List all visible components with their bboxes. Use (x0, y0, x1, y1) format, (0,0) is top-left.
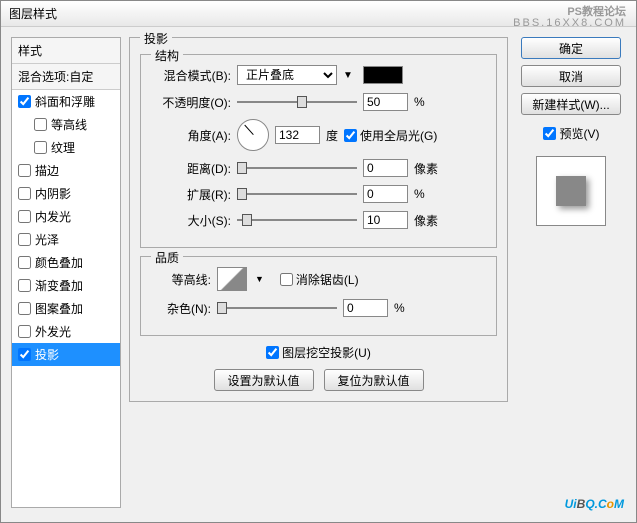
style-label: 颜色叠加 (35, 254, 83, 271)
angle-input[interactable] (275, 126, 320, 144)
ok-button[interactable]: 确定 (521, 37, 621, 59)
blend-mode-select[interactable]: 正片叠底 (237, 65, 337, 85)
styles-header: 样式 (12, 38, 120, 64)
noise-input[interactable] (343, 299, 388, 317)
window-title: 图层样式 (9, 7, 57, 21)
blend-options-header[interactable]: 混合选项:自定 (12, 64, 120, 90)
noise-unit: % (394, 301, 424, 315)
size-unit: 像素 (414, 212, 444, 229)
quality-title: 品质 (151, 249, 183, 266)
cancel-button[interactable]: 取消 (521, 65, 621, 87)
opacity-slider[interactable] (237, 94, 357, 110)
style-item-1[interactable]: 等高线 (12, 113, 120, 136)
style-item-10[interactable]: 外发光 (12, 320, 120, 343)
style-checkbox[interactable] (18, 325, 31, 338)
style-label: 纹理 (51, 139, 75, 156)
new-style-button[interactable]: 新建样式(W)... (521, 93, 621, 115)
distance-slider[interactable] (237, 160, 357, 176)
style-checkbox[interactable] (18, 302, 31, 315)
global-light-check[interactable]: 使用全局光(G) (344, 127, 437, 144)
spread-unit: % (414, 187, 444, 201)
style-label: 投影 (35, 346, 59, 363)
dropdown-icon: ▼ (343, 70, 353, 81)
distance-input[interactable] (363, 159, 408, 177)
style-label: 图案叠加 (35, 300, 83, 317)
style-checkbox[interactable] (34, 118, 47, 131)
preview-checkbox[interactable] (543, 127, 556, 140)
watermark-url: BBS.16XX8.COM (513, 17, 626, 29)
opacity-label: 不透明度(O): (151, 94, 231, 111)
style-item-6[interactable]: 光泽 (12, 228, 120, 251)
contour-picker[interactable] (217, 267, 247, 291)
preview-box (536, 156, 606, 226)
style-checkbox[interactable] (18, 164, 31, 177)
style-checkbox[interactable] (18, 279, 31, 292)
distance-unit: 像素 (414, 160, 444, 177)
preview-thumbnail (556, 176, 586, 206)
structure-title: 结构 (151, 47, 183, 64)
style-checkbox[interactable] (18, 348, 31, 361)
knockout-checkbox[interactable] (266, 346, 279, 359)
size-label: 大小(S): (151, 212, 231, 229)
style-item-11[interactable]: 投影 (12, 343, 120, 366)
style-label: 内发光 (35, 208, 71, 225)
contour-label: 等高线: (151, 271, 211, 288)
settings-panel: 投影 结构 混合模式(B): 正片叠底 ▼ 不透明度(O): % (129, 37, 508, 508)
style-label: 斜面和浮雕 (35, 93, 95, 110)
shadow-color-swatch[interactable] (363, 66, 403, 84)
style-item-4[interactable]: 内阴影 (12, 182, 120, 205)
angle-unit: 度 (326, 127, 338, 144)
style-checkbox[interactable] (18, 187, 31, 200)
layer-style-dialog: 图层样式 PS教程论坛 BBS.16XX8.COM 样式 混合选项:自定 斜面和… (0, 0, 637, 523)
spread-slider[interactable] (237, 186, 357, 202)
style-item-7[interactable]: 颜色叠加 (12, 251, 120, 274)
dropdown-icon[interactable]: ▼ (255, 274, 264, 284)
group-quality: 品质 等高线: ▼ 消除锯齿(L) 杂色(N): (140, 256, 497, 336)
section-drop-shadow: 投影 结构 混合模式(B): 正片叠底 ▼ 不透明度(O): % (129, 37, 508, 402)
size-input[interactable] (363, 211, 408, 229)
knockout-check[interactable]: 图层挖空投影(U) (266, 344, 371, 361)
section-title: 投影 (140, 30, 172, 47)
style-item-8[interactable]: 渐变叠加 (12, 274, 120, 297)
style-item-2[interactable]: 纹理 (12, 136, 120, 159)
opacity-unit: % (414, 95, 444, 109)
antialias-checkbox[interactable] (280, 273, 293, 286)
watermark-logo: UiBQ.CoM (565, 491, 624, 514)
opacity-input[interactable] (363, 93, 408, 111)
style-label: 描边 (35, 162, 59, 179)
noise-slider[interactable] (217, 300, 337, 316)
style-label: 光泽 (35, 231, 59, 248)
style-checkbox[interactable] (18, 233, 31, 246)
right-panel: 确定 取消 新建样式(W)... 预览(V) (516, 37, 626, 508)
style-label: 渐变叠加 (35, 277, 83, 294)
style-item-9[interactable]: 图案叠加 (12, 297, 120, 320)
style-label: 外发光 (35, 323, 71, 340)
style-checkbox[interactable] (18, 256, 31, 269)
angle-label: 角度(A): (151, 127, 231, 144)
global-light-checkbox[interactable] (344, 129, 357, 142)
spread-input[interactable] (363, 185, 408, 203)
spread-label: 扩展(R): (151, 186, 231, 203)
angle-dial[interactable] (237, 119, 269, 151)
style-label: 等高线 (51, 116, 87, 133)
style-label: 内阴影 (35, 185, 71, 202)
antialias-check[interactable]: 消除锯齿(L) (280, 271, 359, 288)
group-structure: 结构 混合模式(B): 正片叠底 ▼ 不透明度(O): % 角 (140, 54, 497, 248)
style-checkbox[interactable] (18, 210, 31, 223)
preview-check[interactable]: 预览(V) (543, 125, 600, 142)
distance-label: 距离(D): (151, 160, 231, 177)
styles-list-panel: 样式 混合选项:自定 斜面和浮雕等高线纹理描边内阴影内发光光泽颜色叠加渐变叠加图… (11, 37, 121, 508)
style-item-5[interactable]: 内发光 (12, 205, 120, 228)
style-item-3[interactable]: 描边 (12, 159, 120, 182)
reset-default-button[interactable]: 复位为默认值 (324, 369, 424, 391)
style-checkbox[interactable] (34, 141, 47, 154)
noise-label: 杂色(N): (151, 300, 211, 317)
set-default-button[interactable]: 设置为默认值 (214, 369, 314, 391)
style-checkbox[interactable] (18, 95, 31, 108)
blend-mode-label: 混合模式(B): (151, 67, 231, 84)
style-item-0[interactable]: 斜面和浮雕 (12, 90, 120, 113)
size-slider[interactable] (237, 212, 357, 228)
